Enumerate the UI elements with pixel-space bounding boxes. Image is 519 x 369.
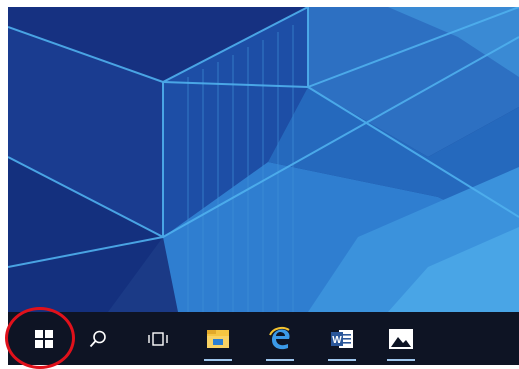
task-view-icon bbox=[148, 331, 168, 346]
taskbar: W bbox=[8, 312, 519, 365]
windows-logo-icon bbox=[35, 329, 53, 348]
search-button[interactable] bbox=[74, 312, 122, 365]
photos-icon bbox=[389, 328, 413, 349]
photos-button[interactable] bbox=[377, 312, 425, 365]
folder-icon bbox=[207, 329, 229, 348]
task-view-button[interactable] bbox=[134, 312, 182, 365]
search-icon bbox=[89, 330, 106, 347]
word-button[interactable]: W bbox=[318, 312, 366, 365]
wallpaper-graphic bbox=[8, 7, 519, 312]
desktop-wallpaper bbox=[8, 7, 519, 312]
word-icon: W bbox=[331, 329, 353, 348]
start-button[interactable] bbox=[20, 312, 68, 365]
edge-button[interactable] bbox=[256, 312, 304, 365]
word-letter: W bbox=[332, 335, 342, 346]
edge-e-icon bbox=[269, 326, 290, 349]
file-explorer-button[interactable] bbox=[194, 312, 242, 365]
